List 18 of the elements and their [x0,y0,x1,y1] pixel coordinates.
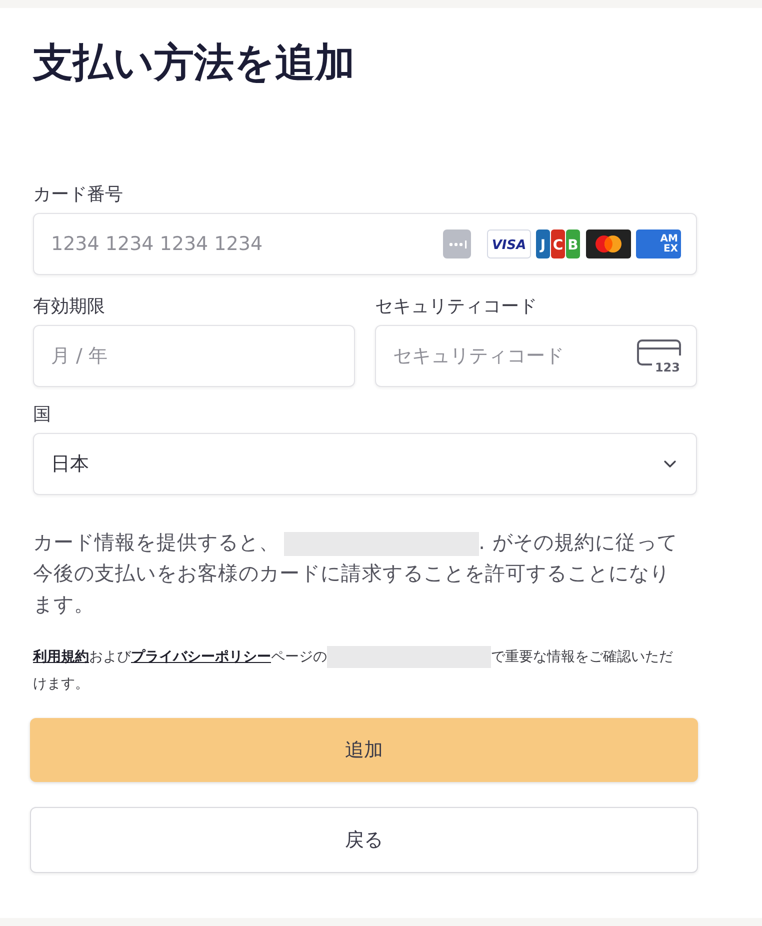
text-link[interactable]: プライバシーポリシー [131,649,271,665]
back-button[interactable]: 戻る [30,807,698,873]
add-button[interactable]: 追加 [30,718,698,782]
page-title: 支払い方法を追加 [33,39,356,87]
amex-logo: AM EX [636,230,681,258]
jcb-logo: J C B [536,230,581,258]
visa-logo: VISA [487,230,531,258]
field-label: 国 [33,403,52,427]
card-icon [443,230,471,258]
overlapping-circles-logo-icon [586,230,631,258]
country-select[interactable]: 日本 [33,433,697,495]
field-label: 有効期限 [33,295,106,319]
field-label: セキュリティコード [375,295,538,319]
expiry-input[interactable]: 月 / 年 [33,325,355,387]
terms-notice: 利用規約およびプライバシーポリシーページの で重要な情報をご確認いただけます。 [33,644,681,698]
consent-text: カード情報を提供すると、 . がその規約に従って今後の支払いをお客様のカードに請求することを許可することになります。 [33,529,678,618]
text-link[interactable]: 利用規約 [33,649,89,665]
field-label: カード番号 [33,183,124,207]
